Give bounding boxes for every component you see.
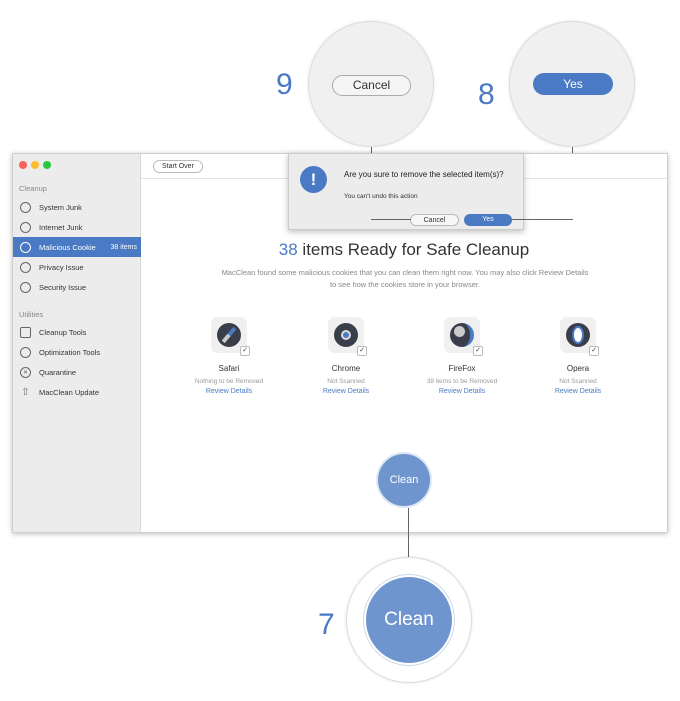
browser-name: FireFox: [448, 364, 476, 373]
items-count: 38: [278, 240, 298, 259]
minimize-window-button[interactable]: [31, 161, 39, 169]
sidebar-item-quarantine[interactable]: ✕ Quarantine: [13, 362, 141, 382]
item-label: Optimization Tools: [39, 347, 101, 357]
clean-button[interactable]: Clean: [376, 452, 432, 508]
item-label: Security Issue: [39, 282, 87, 292]
toolbox-icon: [20, 326, 31, 338]
step-number-8: 8: [478, 78, 495, 111]
browser-name: Safari: [218, 364, 240, 373]
opera-icon: [566, 323, 590, 347]
description: MacClean found some malicious cookies th…: [221, 268, 589, 289]
browser-status: 38 items to be Removed: [426, 378, 498, 385]
item-label: Privacy Issue: [39, 262, 84, 272]
browser-chrome[interactable]: ✓ Chrome Not Scanned Review Details: [296, 317, 396, 395]
arrow-up-icon: ⇧: [21, 386, 30, 398]
section-cleanup: Cleanup: [19, 184, 47, 193]
safari-icon: [217, 323, 241, 347]
chrome-icon: [334, 323, 358, 347]
quarantine-icon: ✕: [20, 366, 31, 378]
browser-firefox[interactable]: ✓ FireFox 38 items to be Removed Review …: [412, 317, 512, 395]
dialog-subtitle: You can't undo this action: [344, 193, 418, 200]
checkbox[interactable]: ✓: [589, 346, 599, 356]
sidebar-item-optimization-tools[interactable]: Optimization Tools: [13, 342, 141, 362]
browser-status: Not Scanned: [327, 378, 365, 385]
cancel-button-zoomed: Cancel: [332, 75, 411, 96]
gauge-icon: [20, 346, 31, 358]
firefox-icon: [450, 323, 474, 347]
sidebar-item-malicious-cookie[interactable]: Malicious Cookie 38 items: [13, 237, 141, 257]
dialog-title: Are you sure to remove the selected item…: [344, 170, 504, 179]
eye-icon: [20, 261, 31, 273]
page-title: 38 items Ready for Safe Cleanup: [140, 240, 668, 260]
section-utilities: Utilities: [19, 310, 44, 319]
sidebar-item-cleanup-tools[interactable]: Cleanup Tools: [13, 322, 141, 342]
yes-callout: Yes: [509, 21, 635, 147]
clean-button-zoomed: Clean: [366, 577, 452, 663]
browser-opera[interactable]: ✓ Opera Not Scanned Review Details: [528, 317, 628, 395]
review-details-link[interactable]: Review Details: [528, 388, 628, 395]
sidebar-item-macclean-update[interactable]: ⇧ MacClean Update: [13, 382, 141, 402]
item-label: System Junk: [39, 202, 82, 212]
zoom-window-button[interactable]: [43, 161, 51, 169]
item-count-badge: 38 items: [110, 243, 137, 251]
yes-button-zoomed: Yes: [533, 73, 613, 95]
review-details-link[interactable]: Review Details: [296, 388, 396, 395]
cookie-icon: [20, 241, 31, 253]
alert-icon: !: [300, 166, 327, 193]
checkbox[interactable]: ✓: [473, 346, 483, 356]
sidebar-item-security-issue[interactable]: Security Issue: [13, 277, 141, 297]
cancel-callout: Cancel: [308, 21, 434, 147]
close-window-button[interactable]: [19, 161, 27, 169]
shield-icon: [20, 281, 31, 293]
sidebar-item-system-junk[interactable]: System Junk: [13, 197, 141, 217]
checkbox[interactable]: ✓: [240, 346, 250, 356]
cancel-button[interactable]: Cancel: [410, 214, 459, 226]
item-label: Malicious Cookie: [39, 242, 96, 252]
step-number-7: 7: [318, 608, 335, 641]
review-details-link[interactable]: Review Details: [179, 388, 279, 395]
browser-safari[interactable]: ✓ Safari Nothing to be Removed Review De…: [179, 317, 279, 395]
item-label: MacClean Update: [39, 387, 100, 397]
connector-line: [408, 508, 409, 560]
browser-name: Opera: [566, 364, 590, 373]
start-over-button[interactable]: Start Over: [153, 160, 203, 173]
item-label: Internet Junk: [39, 222, 83, 232]
browser-status: Not Scanned: [559, 378, 597, 385]
item-label: Cleanup Tools: [39, 327, 87, 337]
sidebar: Cleanup System Junk Internet Junk Malici…: [13, 154, 141, 532]
item-label: Quarantine: [39, 367, 77, 377]
title-text: items Ready for Safe Cleanup: [297, 240, 530, 259]
checkbox[interactable]: ✓: [357, 346, 367, 356]
sidebar-item-internet-junk[interactable]: Internet Junk: [13, 217, 141, 237]
sidebar-item-privacy-issue[interactable]: Privacy Issue: [13, 257, 141, 277]
yes-button[interactable]: Yes: [464, 214, 512, 226]
compass-icon: [20, 221, 31, 233]
review-details-link[interactable]: Review Details: [412, 388, 512, 395]
clean-callout: Clean: [346, 557, 472, 683]
step-number-9: 9: [276, 68, 293, 101]
connector-line: [510, 219, 573, 220]
browser-name: Chrome: [331, 364, 361, 373]
connector-line: [371, 219, 411, 220]
trash-icon: [20, 201, 31, 213]
browser-status: Nothing to be Removed: [194, 378, 264, 385]
